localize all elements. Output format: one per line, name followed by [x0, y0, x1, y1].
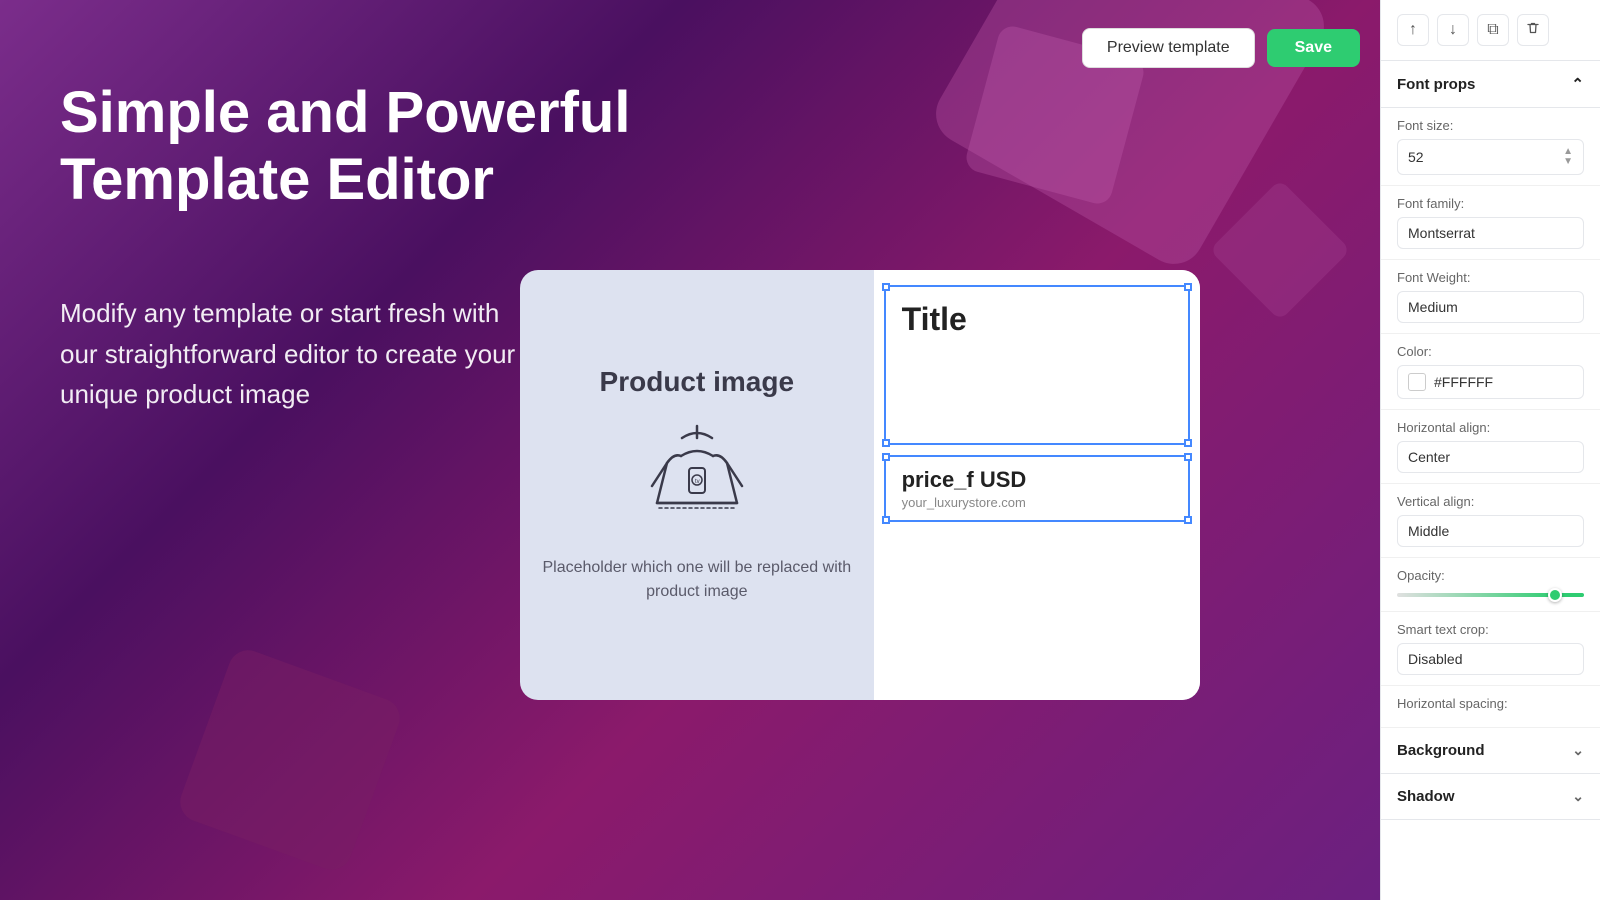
delete-button[interactable] [1517, 14, 1549, 46]
canvas-text-panel[interactable]: Title price_f USD your_luxurystore.com [874, 270, 1200, 700]
price-text-element[interactable]: price_f USD your_luxurystore.com [884, 455, 1190, 522]
font-family-label: Font family: [1397, 196, 1584, 211]
background-chevron-icon: ⌄ [1572, 742, 1584, 759]
shadow-section: Shadow ⌄ [1381, 774, 1600, 820]
top-toolbar: Preview template Save [1082, 28, 1360, 68]
font-props-label: Font props [1397, 76, 1475, 93]
font-size-down-arrow[interactable]: ▼ [1563, 157, 1573, 167]
font-size-stepper[interactable]: ▲ ▼ [1563, 147, 1573, 167]
vertical-align-label: Vertical align: [1397, 494, 1584, 509]
arrow-down-icon: ↓ [1449, 21, 1457, 39]
font-weight-label: Font Weight: [1397, 270, 1584, 285]
price-resize-bl[interactable] [882, 516, 890, 524]
resize-handle-tl[interactable] [882, 283, 890, 291]
color-hex-value: #FFFFFF [1434, 374, 1493, 390]
font-size-row: Font size: ▲ ▼ [1381, 108, 1600, 186]
smart-text-crop-select[interactable]: Disabled [1397, 643, 1584, 675]
vertical-align-row: Vertical align: Middle [1381, 484, 1600, 558]
horizontal-align-value: Center [1408, 449, 1450, 465]
product-image-label: Product image [600, 366, 794, 398]
move-down-button[interactable]: ↓ [1437, 14, 1469, 46]
price-resize-tl[interactable] [882, 453, 890, 461]
template-canvas: Product image tv [520, 270, 1200, 700]
opacity-slider[interactable] [1397, 589, 1584, 601]
copy-button[interactable]: ⧉ [1477, 14, 1509, 46]
vertical-align-value: Middle [1408, 523, 1449, 539]
hoodie-icon: tv [637, 418, 757, 538]
shadow-section-header[interactable]: Shadow ⌄ [1381, 774, 1600, 819]
color-swatch[interactable] [1408, 373, 1426, 391]
title-text-element[interactable]: Title [884, 285, 1190, 445]
shadow-label: Shadow [1397, 788, 1455, 805]
horizontal-spacing-row: Horizontal spacing: [1381, 686, 1600, 728]
font-size-input[interactable]: ▲ ▼ [1397, 139, 1584, 175]
font-size-value[interactable] [1408, 149, 1559, 165]
font-weight-select[interactable]: Medium [1397, 291, 1584, 323]
save-button[interactable]: Save [1267, 29, 1360, 67]
sidebar-toolbar: ↑ ↓ ⧉ [1381, 0, 1600, 61]
vertical-align-select[interactable]: Middle [1397, 515, 1584, 547]
resize-handle-tr[interactable] [1184, 283, 1192, 291]
canvas-product-image-panel: Product image tv [520, 270, 874, 700]
opacity-track [1397, 593, 1584, 597]
font-weight-row: Font Weight: Medium [1381, 260, 1600, 334]
arrow-up-icon: ↑ [1409, 21, 1417, 39]
background-section: Background ⌄ [1381, 728, 1600, 774]
font-size-label: Font size: [1397, 118, 1584, 133]
move-up-button[interactable]: ↑ [1397, 14, 1429, 46]
font-weight-value: Medium [1408, 299, 1458, 315]
smart-text-crop-label: Smart text crop: [1397, 622, 1584, 637]
font-props-collapse-icon: ⌃ [1571, 75, 1584, 93]
horizontal-align-row: Horizontal align: Center [1381, 410, 1600, 484]
deco-shape-2 [1209, 179, 1350, 320]
hero-title: Simple and Powerful Template Editor [60, 80, 640, 213]
opacity-thumb[interactable] [1548, 588, 1562, 602]
preview-template-button[interactable]: Preview template [1082, 28, 1255, 68]
smart-text-crop-value: Disabled [1408, 651, 1462, 667]
horizontal-spacing-label: Horizontal spacing: [1397, 696, 1584, 711]
price-resize-tr[interactable] [1184, 453, 1192, 461]
color-label: Color: [1397, 344, 1584, 359]
font-family-select[interactable]: Montserrat [1397, 217, 1584, 249]
opacity-label: Opacity: [1397, 568, 1584, 583]
product-placeholder-desc: Placeholder which one will be replaced w… [540, 556, 854, 604]
svg-text:tv: tv [695, 479, 700, 485]
copy-icon: ⧉ [1487, 21, 1498, 39]
store-url: your_luxurystore.com [902, 495, 1172, 510]
resize-handle-bl[interactable] [882, 439, 890, 447]
hero-subtitle: Modify any template or start fresh with … [60, 293, 540, 414]
shadow-chevron-icon: ⌄ [1572, 788, 1584, 805]
color-picker[interactable]: #FFFFFF [1397, 365, 1584, 399]
properties-sidebar: ↑ ↓ ⧉ Font props ⌃ Font size: ▲ ▼ [1380, 0, 1600, 900]
price-resize-br[interactable] [1184, 516, 1192, 524]
horizontal-align-select[interactable]: Center [1397, 441, 1584, 473]
horizontal-align-label: Horizontal align: [1397, 420, 1584, 435]
opacity-row: Opacity: [1381, 558, 1600, 612]
smart-text-crop-row: Smart text crop: Disabled [1381, 612, 1600, 686]
background-section-header[interactable]: Background ⌄ [1381, 728, 1600, 773]
font-family-value: Montserrat [1408, 225, 1475, 241]
font-family-row: Font family: Montserrat [1381, 186, 1600, 260]
main-canvas-area: Preview template Save Simple and Powerfu… [0, 0, 1380, 900]
resize-handle-br[interactable] [1184, 439, 1192, 447]
delete-icon [1526, 21, 1540, 40]
font-props-section-header[interactable]: Font props ⌃ [1381, 61, 1600, 108]
color-row: Color: #FFFFFF [1381, 334, 1600, 410]
background-label: Background [1397, 742, 1485, 759]
price-value: price_f USD [902, 467, 1172, 493]
